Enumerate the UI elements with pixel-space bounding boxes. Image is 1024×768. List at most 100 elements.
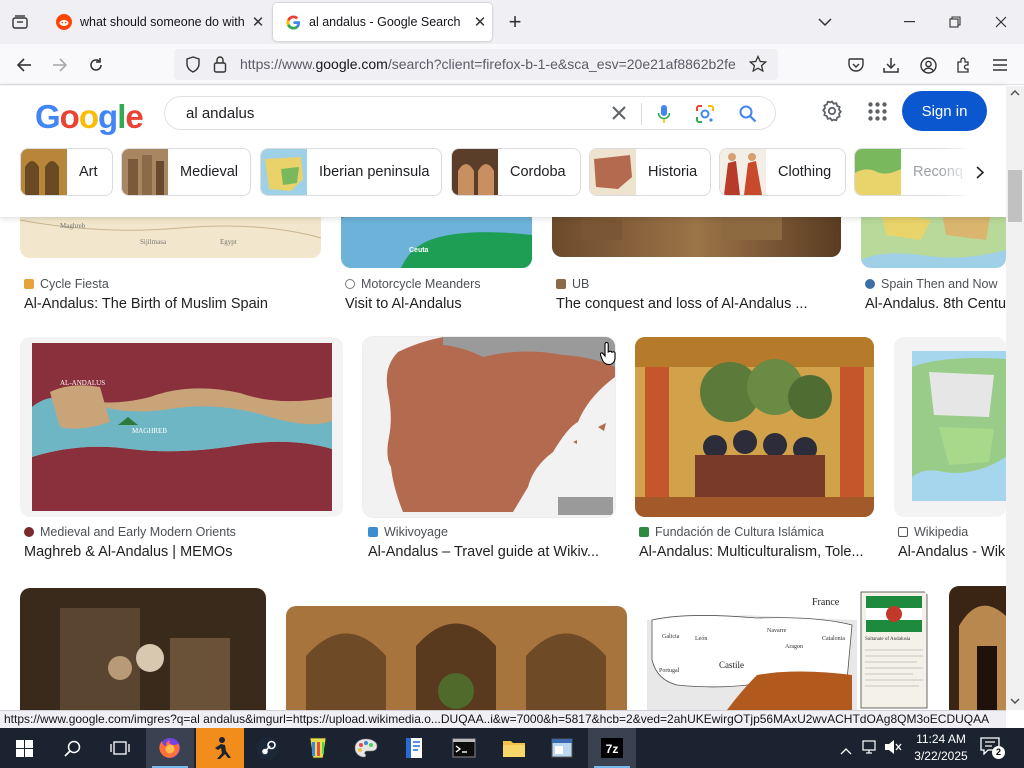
google-lens-icon[interactable]: [695, 104, 715, 129]
result-image[interactable]: [363, 337, 615, 517]
taskbar-app-runner[interactable]: [196, 728, 244, 768]
chip-historia[interactable]: Historia: [589, 148, 711, 196]
close-tab-icon[interactable]: ✕: [246, 13, 270, 31]
site-favicon-icon: [639, 527, 649, 537]
chip-cordoba[interactable]: Cordoba: [451, 148, 581, 196]
network-icon[interactable]: [862, 739, 880, 760]
chip-medieval[interactable]: Medieval: [121, 148, 251, 196]
start-button[interactable]: [0, 728, 48, 768]
search-button[interactable]: [48, 728, 96, 768]
result-title[interactable]: Al-Andalus. 8th Centu: [865, 296, 1006, 312]
action-center-button[interactable]: 2: [980, 737, 1005, 759]
lock-icon[interactable]: [213, 55, 227, 78]
taskbar-terminal[interactable]: [440, 728, 488, 768]
taskbar-app-notebook[interactable]: [390, 728, 438, 768]
chevron-down-icon[interactable]: [812, 10, 838, 34]
result-source[interactable]: Wikipedia: [898, 525, 968, 539]
microphone-icon[interactable]: [657, 104, 671, 129]
sign-in-button[interactable]: Sign in: [902, 91, 987, 131]
search-box[interactable]: al andalus: [164, 96, 776, 130]
scrollbar-thumb[interactable]: [1008, 170, 1022, 222]
result-image[interactable]: [949, 586, 1006, 710]
result-image[interactable]: [286, 606, 627, 710]
chip-art[interactable]: Art: [20, 148, 113, 196]
taskbar-steam[interactable]: [244, 728, 292, 768]
notification-count-badge: 2: [992, 746, 1005, 759]
url-text[interactable]: https://www.google.com/search?client=fir…: [240, 56, 740, 72]
taskbar-paint[interactable]: [342, 728, 390, 768]
show-hidden-icons-chevron-icon[interactable]: [840, 742, 852, 760]
result-source[interactable]: UB: [556, 277, 589, 291]
result-source[interactable]: Motorcycle Meanders: [345, 277, 481, 291]
minimize-window-button[interactable]: [893, 8, 925, 36]
search-icon[interactable]: [739, 105, 757, 128]
result-source[interactable]: Fundación de Cultura Islámica: [639, 525, 824, 539]
tab-reddit[interactable]: what should someone do with ✕: [44, 3, 270, 41]
map-label: Ceuta: [409, 247, 429, 254]
bookmark-star-icon[interactable]: [748, 54, 768, 78]
result-image[interactable]: [635, 337, 874, 517]
puzzle-icon: [957, 57, 969, 73]
source-name: Medieval and Early Modern Orients: [40, 525, 236, 539]
back-button[interactable]: [10, 51, 38, 79]
downloads-button[interactable]: [877, 51, 905, 79]
result-image[interactable]: [20, 588, 266, 710]
close-window-button[interactable]: [985, 8, 1017, 36]
result-image[interactable]: France Galicia León Castile Navarre Arag…: [647, 590, 929, 710]
menu-button[interactable]: [986, 51, 1014, 79]
taskbar-file-explorer[interactable]: [490, 728, 538, 768]
task-view-button[interactable]: [96, 728, 144, 768]
result-source[interactable]: Spain Then and Now: [865, 277, 998, 291]
google-apps-icon[interactable]: [868, 102, 887, 126]
result-source[interactable]: Cycle Fiesta: [24, 277, 109, 291]
steam-icon: [257, 737, 279, 759]
reload-button[interactable]: [82, 51, 110, 79]
restore-icon: [949, 16, 961, 28]
pocket-button[interactable]: [842, 51, 870, 79]
clear-search-icon[interactable]: [611, 105, 627, 126]
tab-overview-button[interactable]: [6, 10, 34, 34]
result-title[interactable]: Al-Andalus: Multiculturalism, Tole...: [639, 544, 879, 560]
tab-title: what should someone do with: [80, 15, 245, 29]
result-title[interactable]: Visit to Al-Andalus: [345, 296, 545, 312]
map-label: Galicia: [662, 634, 680, 640]
forward-button[interactable]: [46, 51, 74, 79]
tab-google-search[interactable]: al andalus - Google Search ✕: [273, 3, 492, 41]
volume-muted-icon[interactable]: [884, 739, 902, 760]
chip-clothing[interactable]: Clothing: [719, 148, 846, 196]
taskbar-app-window[interactable]: [538, 728, 586, 768]
scroll-up-arrow-icon[interactable]: [1010, 90, 1020, 96]
search-input[interactable]: al andalus: [186, 105, 254, 122]
new-tab-button[interactable]: +: [502, 9, 528, 34]
tracking-protection-shield-icon[interactable]: [185, 56, 201, 78]
chip-thumbnail: [720, 149, 766, 195]
result-source[interactable]: Medieval and Early Modern Orients: [24, 525, 236, 539]
result-source[interactable]: Wikivoyage: [368, 525, 448, 539]
close-tab-icon[interactable]: ✕: [468, 13, 492, 31]
result-image[interactable]: [894, 337, 1006, 517]
maximize-window-button[interactable]: [939, 8, 971, 36]
vertical-scrollbar[interactable]: [1006, 86, 1024, 710]
chip-iberian-peninsula[interactable]: Iberian peninsula: [260, 148, 442, 196]
chips-scroll-right-button[interactable]: [940, 148, 1006, 196]
taskbar-7zip[interactable]: 7z: [588, 728, 636, 768]
result-image[interactable]: AL-ANDALUS MAGHREB: [20, 337, 343, 517]
url-bar[interactable]: https://www.google.com/search?client=fir…: [174, 49, 778, 80]
result-title[interactable]: Maghreb & Al-Andalus | MEMOs: [24, 544, 344, 560]
extensions-button[interactable]: [950, 51, 978, 79]
paint-palette-icon: [354, 738, 378, 758]
taskbar-app-glass[interactable]: [294, 728, 342, 768]
result-title[interactable]: Al-Andalus - Wiki: [898, 544, 1006, 560]
tab-title: al andalus - Google Search: [309, 15, 461, 29]
taskbar-firefox[interactable]: [146, 728, 194, 768]
account-button[interactable]: [914, 51, 942, 79]
result-title[interactable]: Al-Andalus: The Birth of Muslim Spain: [24, 296, 324, 312]
map-label: AL-ANDALUS: [60, 379, 105, 387]
google-logo[interactable]: Google: [35, 98, 144, 136]
settings-gear-icon[interactable]: [820, 99, 844, 128]
scroll-down-arrow-icon[interactable]: [1010, 698, 1020, 704]
map-label: MAGHREB: [132, 427, 167, 435]
result-title[interactable]: Al-Andalus – Travel guide at Wikiv...: [368, 544, 618, 560]
result-title[interactable]: The conquest and loss of Al-Andalus ...: [556, 296, 841, 312]
system-clock[interactable]: 11:24 AM 3/22/2025: [906, 731, 976, 765]
